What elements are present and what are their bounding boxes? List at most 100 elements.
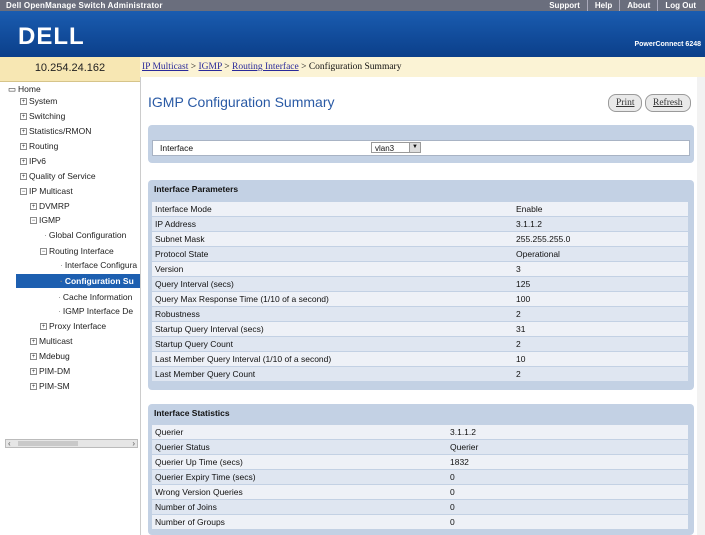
- row-label: Startup Query Interval (secs): [155, 324, 264, 334]
- breadcrumb-separator: >: [221, 62, 232, 72]
- row-value: 3.1.1.2: [450, 427, 476, 437]
- nav-item-label: Configuration Su: [64, 276, 134, 286]
- expand-icon[interactable]: +: [40, 323, 47, 331]
- nav-item-global-configuration[interactable]: · Global Configuration: [44, 228, 126, 242]
- nav-item-configuration-su[interactable]: · Configuration Su: [16, 274, 140, 288]
- nav-item-statistics-rmon[interactable]: + Statistics/RMON: [20, 124, 91, 138]
- nav-item-interface-configura[interactable]: · Interface Configura: [60, 258, 137, 272]
- nav-item-label: IP Multicast: [29, 186, 73, 196]
- expand-icon[interactable]: +: [30, 368, 37, 376]
- table-row: Subnet Mask 255.255.255.0: [152, 232, 688, 246]
- nav-item-label: Mdebug: [39, 351, 70, 361]
- table-row: Wrong Version Queries 0: [152, 485, 688, 499]
- row-label: Robustness: [155, 309, 200, 319]
- nav-item-routing[interactable]: + Routing: [20, 139, 58, 153]
- tree-line-icon: ·: [58, 292, 61, 302]
- nav-item-routing-interface[interactable]: − Routing Interface: [40, 244, 114, 258]
- expand-icon[interactable]: +: [20, 143, 27, 151]
- nav-item-pim-sm[interactable]: + PIM-SM: [30, 379, 70, 393]
- print-button[interactable]: Print: [608, 94, 643, 112]
- collapse-icon[interactable]: −: [40, 248, 47, 256]
- row-value: 1832: [450, 457, 469, 467]
- help-link[interactable]: Help: [586, 0, 619, 11]
- nav-item-quality-of-service[interactable]: + Quality of Service: [20, 169, 96, 183]
- nav-item-proxy-interface[interactable]: + Proxy Interface: [40, 319, 106, 333]
- nav-item-home[interactable]: ▭ Home: [8, 82, 41, 96]
- expand-icon[interactable]: +: [30, 383, 37, 391]
- row-label: Subnet Mask: [155, 234, 205, 244]
- nav-item-label: DVMRP: [39, 201, 70, 211]
- nav-item-label: IGMP Interface De: [62, 306, 134, 316]
- chevron-down-icon[interactable]: ▼: [409, 143, 420, 152]
- collapse-icon[interactable]: −: [30, 217, 37, 225]
- breadcrumb-igmp[interactable]: IGMP: [198, 62, 221, 72]
- row-label: Querier Expiry Time (secs): [155, 472, 256, 482]
- row-value: 0: [450, 502, 455, 512]
- nav-item-mdebug[interactable]: + Mdebug: [30, 349, 70, 363]
- nav-item-label: Home: [18, 84, 41, 94]
- row-value: 255.255.255.0: [516, 234, 571, 244]
- row-value: 2: [516, 309, 521, 319]
- expand-icon[interactable]: +: [20, 128, 27, 136]
- expand-icon[interactable]: +: [20, 173, 27, 181]
- table-row: Querier 3.1.1.2: [152, 425, 688, 439]
- row-value: 125: [516, 279, 531, 289]
- nav-item-label: Multicast: [39, 336, 73, 346]
- expand-icon[interactable]: +: [20, 158, 27, 166]
- nav-item-igmp-interface-de[interactable]: · IGMP Interface De: [58, 304, 133, 318]
- nav-item-cache-information[interactable]: · Cache Information: [58, 290, 132, 304]
- home-icon: ▭: [8, 84, 17, 94]
- interface-dropdown[interactable]: vlan3 ▼: [371, 142, 421, 153]
- nav-item-pim-dm[interactable]: + PIM-DM: [30, 364, 70, 378]
- app-title: Dell OpenManage Switch Administrator: [6, 1, 163, 10]
- nav-item-label: System: [29, 96, 58, 106]
- nav-item-label: PIM-SM: [39, 381, 70, 391]
- expand-icon[interactable]: +: [20, 113, 27, 121]
- expand-icon[interactable]: +: [30, 353, 37, 361]
- scroll-right-icon[interactable]: ›: [132, 439, 135, 448]
- row-value: 10: [516, 354, 526, 364]
- expand-icon[interactable]: +: [30, 338, 37, 346]
- nav-item-ipv6[interactable]: + IPv6: [20, 154, 46, 168]
- row-label: Last Member Query Count: [155, 369, 256, 379]
- nav-item-label: Proxy Interface: [49, 321, 107, 331]
- about-link[interactable]: About: [619, 0, 657, 11]
- row-value: 31: [516, 324, 526, 334]
- nav-item-switching[interactable]: + Switching: [20, 109, 65, 123]
- row-label: IP Address: [155, 219, 196, 229]
- row-value: 3: [516, 264, 521, 274]
- content-vertical-scrollbar[interactable]: [697, 77, 705, 535]
- logout-link[interactable]: Log Out: [657, 0, 703, 11]
- table-row: Query Max Response Time (1/10 of a secon…: [152, 292, 688, 306]
- scroll-left-icon[interactable]: ‹: [8, 439, 11, 448]
- table-row: Protocol State Operational: [152, 247, 688, 261]
- refresh-button[interactable]: Refresh: [645, 94, 691, 112]
- nav-item-label: Interface Configura: [64, 260, 138, 270]
- nav-horizontal-scrollbar[interactable]: ‹ ›: [5, 439, 138, 448]
- nav-item-system[interactable]: + System: [20, 94, 57, 108]
- nav-item-label: Quality of Service: [29, 171, 96, 181]
- nav-item-multicast[interactable]: + Multicast: [30, 334, 73, 348]
- table-row: Interface Mode Enable: [152, 202, 688, 216]
- nav-item-ip-multicast[interactable]: − IP Multicast: [20, 184, 73, 198]
- support-link[interactable]: Support: [542, 0, 587, 11]
- row-label: Startup Query Count: [155, 339, 233, 349]
- breadcrumb-routing-interface[interactable]: Routing Interface: [232, 62, 299, 72]
- nav-item-dvmrp[interactable]: + DVMRP: [30, 199, 70, 213]
- expand-icon[interactable]: +: [20, 98, 27, 106]
- breadcrumb-ip-multicast[interactable]: IP Multicast: [142, 62, 188, 72]
- table-row: IP Address 3.1.1.2: [152, 217, 688, 231]
- table-row: Last Member Query Interval (1/10 of a se…: [152, 352, 688, 366]
- row-value: 2: [516, 369, 521, 379]
- table-row: Version 3: [152, 262, 688, 276]
- scrollbar-thumb[interactable]: [18, 441, 78, 446]
- nav-item-label: IPv6: [29, 156, 47, 166]
- expand-icon[interactable]: +: [30, 203, 37, 211]
- collapse-icon[interactable]: −: [20, 188, 27, 196]
- breadcrumb-separator: >: [188, 62, 199, 72]
- nav-item-igmp[interactable]: − IGMP: [30, 213, 61, 227]
- row-label: Querier: [155, 427, 184, 437]
- page-title: IGMP Configuration Summary: [148, 94, 335, 110]
- row-value: 0: [450, 472, 455, 482]
- tree-line-icon: ·: [44, 230, 47, 240]
